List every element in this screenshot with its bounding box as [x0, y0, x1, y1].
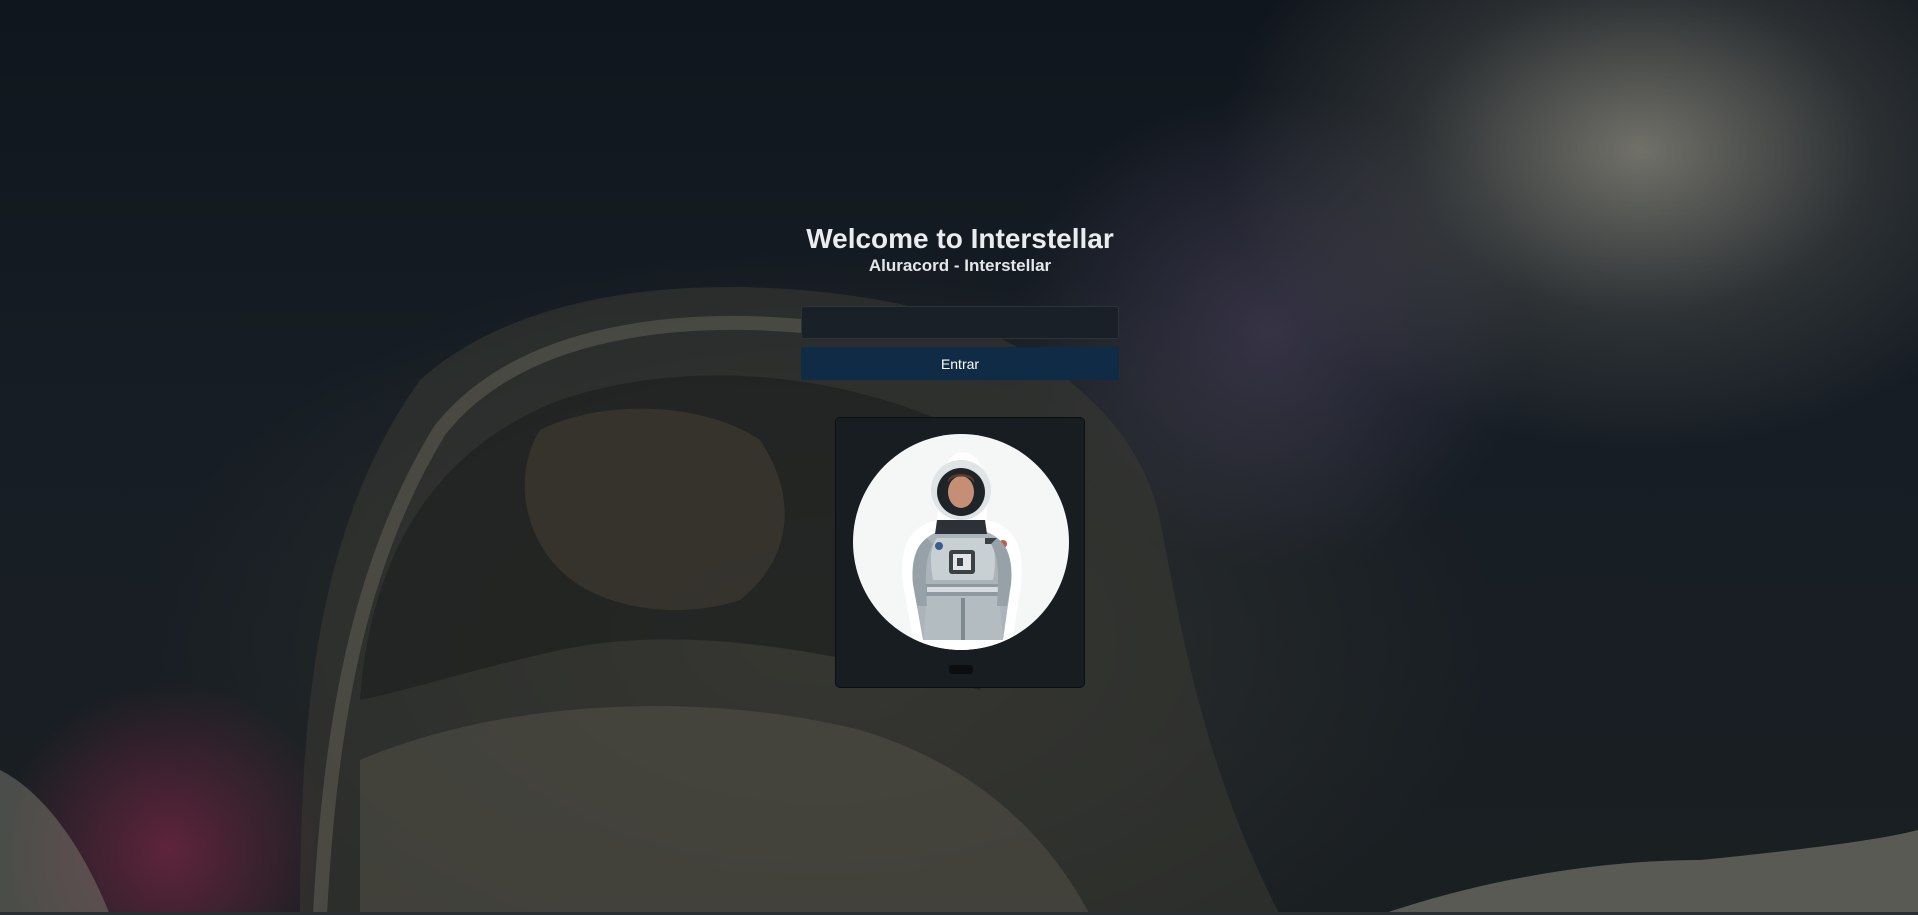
username-input[interactable]: [801, 306, 1119, 339]
login-form: Welcome to Interstellar Aluracord - Inte…: [800, 222, 1120, 380]
astronaut-icon: [902, 452, 1022, 650]
page-subtitle: Aluracord - Interstellar: [868, 256, 1052, 275]
enter-button[interactable]: Entrar: [801, 347, 1119, 380]
profile-username: [949, 665, 973, 674]
profile-card: [835, 417, 1085, 688]
login-page: Welcome to Interstellar Aluracord - Inte…: [0, 0, 1918, 915]
page-title: Welcome to Interstellar: [806, 223, 1114, 254]
avatar: [853, 434, 1069, 650]
